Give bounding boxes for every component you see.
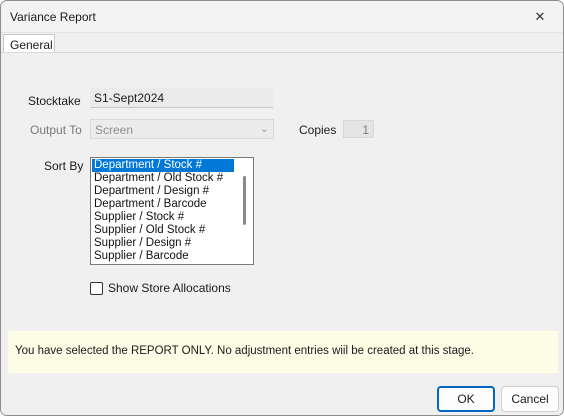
- copies-field[interactable]: 1: [343, 120, 374, 138]
- show-store-allocations-checkbox[interactable]: [90, 281, 103, 295]
- ok-button[interactable]: OK: [437, 386, 495, 412]
- output-to-select[interactable]: Screen ⌄: [90, 119, 274, 139]
- sort-option[interactable]: Supplier / Design #: [91, 237, 253, 250]
- sort-option[interactable]: Supplier / Stock #: [91, 211, 253, 224]
- copies-label: Copies: [299, 123, 337, 137]
- output-to-value: Screen: [95, 123, 134, 137]
- scrollbar-thumb[interactable]: [243, 176, 246, 225]
- stocktake-label: Stocktake: [28, 94, 81, 108]
- notice-text: You have selected the REPORT ONLY. No ad…: [15, 345, 474, 357]
- sort-option[interactable]: Supplier / Old Stock #: [91, 224, 253, 237]
- output-to-label: Output To: [30, 123, 82, 137]
- close-button[interactable]: ✕: [517, 1, 563, 33]
- notice-banner: You have selected the REPORT ONLY. No ad…: [8, 331, 558, 373]
- sort-option[interactable]: Supplier / Barcode: [91, 250, 253, 263]
- cancel-button[interactable]: Cancel: [501, 386, 559, 412]
- button-bar: OK Cancel: [1, 379, 563, 415]
- chevron-down-icon: ⌄: [259, 123, 269, 135]
- stocktake-field[interactable]: S1-Sept2024: [90, 88, 273, 108]
- sort-by-label: Sort By: [44, 159, 84, 173]
- dialog-window: Variance Report ✕ General Stocktake S1-S…: [0, 0, 564, 416]
- sort-option[interactable]: Department / Stock #: [92, 159, 234, 172]
- sort-option[interactable]: Department / Design #: [91, 185, 253, 198]
- tab-general[interactable]: General: [3, 34, 55, 54]
- tab-strip: General: [1, 33, 563, 54]
- sort-option[interactable]: Department / Barcode: [91, 198, 253, 211]
- close-icon: ✕: [534, 9, 546, 24]
- show-store-allocations-label: Show Store Allocations: [108, 281, 231, 295]
- window-title: Variance Report: [10, 10, 96, 24]
- sort-by-listbox[interactable]: Department / Stock # Department / Old Sto…: [90, 157, 254, 265]
- show-store-allocations-option[interactable]: Show Store Allocations: [90, 280, 231, 296]
- general-panel: Stocktake S1-Sept2024 Output To Screen ⌄…: [1, 52, 563, 379]
- sort-option[interactable]: Department / Old Stock #: [91, 172, 253, 185]
- listbox-scrollbar[interactable]: [236, 158, 253, 264]
- title-bar: Variance Report ✕: [1, 1, 563, 33]
